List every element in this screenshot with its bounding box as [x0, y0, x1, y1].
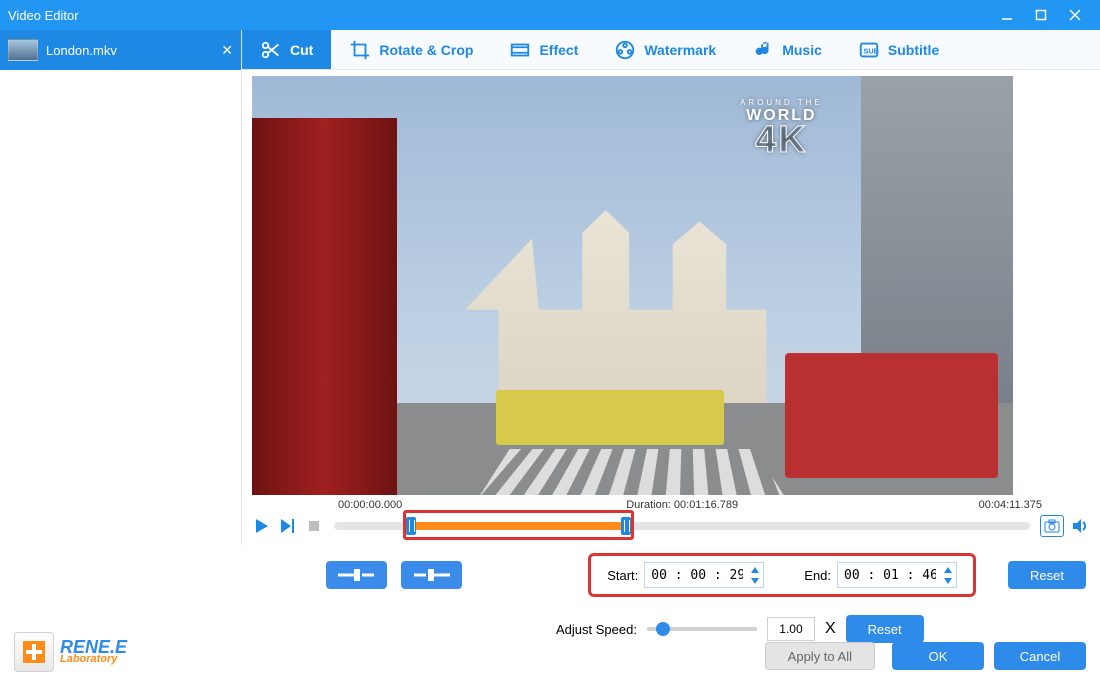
brand-mark-icon — [14, 632, 54, 672]
svg-text:SUB: SUB — [863, 46, 878, 55]
timeline-selection-range — [411, 522, 627, 530]
reset-cut-button[interactable]: Reset — [1008, 561, 1086, 589]
title-bar: Video Editor — [0, 0, 1100, 30]
cut-controls-panel: Start: End: — [0, 545, 1100, 680]
reset-speed-button[interactable]: Reset — [846, 615, 924, 643]
end-label: End: — [804, 568, 831, 583]
music-note-icon — [752, 39, 774, 61]
timeline-end-time: 00:04:11.375 — [979, 499, 1042, 511]
ok-button[interactable]: OK — [892, 642, 984, 670]
timeline-track[interactable] — [334, 522, 1030, 530]
set-end-marker-button[interactable] — [401, 561, 462, 589]
timeline-start-time: 00:00:00.000 — [338, 499, 402, 511]
speed-slider-knob[interactable] — [656, 622, 670, 636]
stop-button[interactable] — [304, 516, 324, 536]
start-time-input[interactable] — [644, 562, 764, 588]
tab-watermark-label: Watermark — [644, 42, 716, 58]
timeline-duration: Duration: 00:01:16.789 — [626, 499, 738, 511]
start-spin-up[interactable] — [748, 564, 762, 575]
subtitle-icon: SUB — [858, 39, 880, 61]
cancel-button[interactable]: Cancel — [994, 642, 1086, 670]
snapshot-button[interactable] — [1040, 515, 1064, 537]
tab-effect-label: Effect — [539, 42, 578, 58]
tab-rotate-crop-label: Rotate & Crop — [379, 42, 473, 58]
tab-cut-label: Cut — [290, 42, 313, 58]
speed-unit: X — [825, 620, 836, 638]
start-label: Start: — [607, 568, 638, 583]
play-button[interactable] — [252, 516, 272, 536]
tab-music[interactable]: Music — [734, 30, 840, 69]
reel-icon — [614, 39, 636, 61]
start-end-highlight-box: Start: End: — [588, 553, 976, 597]
brand-subtitle: Laboratory — [60, 655, 127, 665]
apply-to-all-button[interactable]: Apply to All — [765, 642, 875, 670]
tab-watermark[interactable]: Watermark — [596, 30, 734, 69]
file-sidebar: London.mkv ✕ — [0, 30, 242, 545]
close-file-icon[interactable]: ✕ — [221, 42, 233, 59]
crop-icon — [349, 39, 371, 61]
end-spin-up[interactable] — [941, 564, 955, 575]
tab-music-label: Music — [782, 42, 822, 58]
timeline-handle-start[interactable] — [406, 517, 416, 535]
speed-value[interactable]: 1.00 — [767, 617, 815, 641]
speed-label: Adjust Speed: — [556, 622, 637, 637]
maximize-button[interactable] — [1024, 0, 1058, 30]
speed-slider[interactable] — [647, 627, 757, 631]
video-watermark-overlay: AROUND THE WORLD 4K — [740, 98, 823, 155]
tab-subtitle-label: Subtitle — [888, 42, 939, 58]
filmstrip-icon — [509, 39, 531, 61]
end-spin-down[interactable] — [941, 575, 955, 586]
file-tab[interactable]: London.mkv ✕ — [0, 30, 241, 70]
tab-rotate-crop[interactable]: Rotate & Crop — [331, 30, 491, 69]
tab-cut[interactable]: Cut — [242, 30, 331, 69]
window-title: Video Editor — [8, 8, 79, 23]
play-segment-button[interactable] — [278, 516, 298, 536]
close-window-button[interactable] — [1058, 0, 1092, 30]
editor-toolbar: Cut Rotate & Crop Effect Watermark Music… — [242, 30, 1100, 70]
set-start-marker-button[interactable] — [326, 561, 387, 589]
file-name: London.mkv — [46, 43, 117, 58]
timeline-handle-end[interactable] — [621, 517, 631, 535]
file-thumbnail — [8, 39, 38, 61]
volume-button[interactable] — [1070, 516, 1090, 536]
brand-logo: RENE.E Laboratory — [14, 632, 127, 672]
scissors-icon — [260, 39, 282, 61]
minimize-button[interactable] — [990, 0, 1024, 30]
start-spin-down[interactable] — [748, 575, 762, 586]
video-preview: AROUND THE WORLD 4K — [252, 76, 1013, 495]
tab-effect[interactable]: Effect — [491, 30, 596, 69]
end-time-input[interactable] — [837, 562, 957, 588]
tab-subtitle[interactable]: SUB Subtitle — [840, 30, 957, 69]
